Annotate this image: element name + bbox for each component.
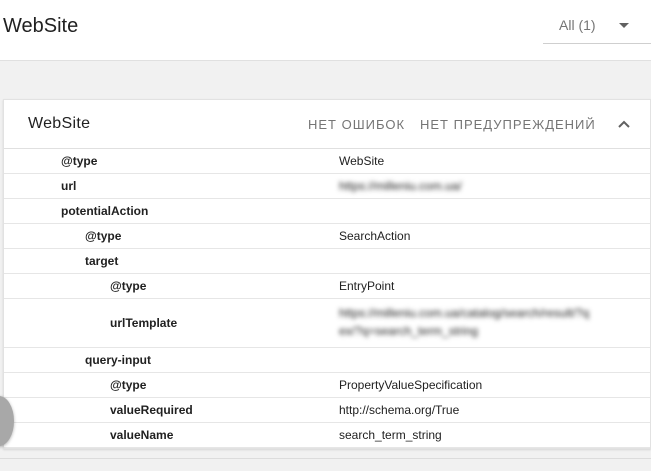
chevron-up-icon[interactable] (616, 116, 632, 132)
property-value: search_term_string (339, 428, 442, 442)
table-row: urlTemplate https://milleniu.com.ua/cata… (4, 299, 650, 348)
table-row: url https://milleniu.com.ua/ (4, 174, 650, 199)
card-title: WebSite (28, 115, 91, 132)
property-value-blurred: https://milleniu.com.ua/ (339, 179, 462, 193)
property-value: WebSite (339, 154, 385, 168)
property-key: @type (85, 229, 122, 243)
property-key: @type (61, 154, 98, 168)
errors-status: НЕТ ОШИБОК (308, 117, 406, 132)
property-key: urlTemplate (110, 316, 178, 330)
property-key: valueName (110, 428, 174, 442)
table-row: query-input (4, 348, 650, 373)
item-filter-dropdown[interactable]: All (1) (543, 8, 651, 44)
top-bar: WebSite All (1) (0, 0, 651, 61)
value-line: ex/?q=search_term_string (339, 324, 479, 338)
table-row: valueName search_term_string (4, 423, 650, 448)
page-title: WebSite (3, 15, 79, 37)
table-row: target (4, 249, 650, 274)
property-key: target (85, 254, 119, 268)
filter-value: All (1) (559, 17, 596, 33)
caret-down-icon (619, 23, 629, 28)
card-header[interactable]: WebSite НЕТ ОШИБОК НЕТ ПРЕДУПРЕЖДЕНИЙ (4, 100, 650, 149)
property-key: @type (110, 378, 147, 392)
structured-data-card: WebSite НЕТ ОШИБОК НЕТ ПРЕДУПРЕЖДЕНИЙ @t… (3, 99, 651, 449)
divider (0, 458, 651, 459)
warnings-status: НЕТ ПРЕДУПРЕЖДЕНИЙ (420, 117, 596, 132)
property-key: url (61, 179, 77, 193)
table-row: @type WebSite (4, 149, 650, 174)
value-line: https://milleniu.com.ua/catalog/search/r… (339, 306, 590, 320)
property-table: @type WebSite url https://milleniu.com.u… (4, 149, 650, 448)
property-key: valueRequired (110, 403, 193, 417)
property-key: potentialAction (61, 204, 149, 218)
table-row: @type PropertyValueSpecification (4, 373, 650, 398)
property-value: PropertyValueSpecification (339, 378, 483, 392)
table-row: potentialAction (4, 199, 650, 224)
property-value-blurred: https://milleniu.com.ua/catalog/search/r… (339, 304, 589, 340)
property-value: SearchAction (339, 229, 411, 243)
table-row: @type SearchAction (4, 224, 650, 249)
property-value: EntryPoint (339, 279, 395, 293)
property-key: @type (110, 279, 147, 293)
property-value: http://schema.org/True (339, 403, 460, 417)
table-row: valueRequired http://schema.org/True (4, 398, 650, 423)
property-key: query-input (85, 353, 151, 367)
table-row: @type EntryPoint (4, 274, 650, 299)
